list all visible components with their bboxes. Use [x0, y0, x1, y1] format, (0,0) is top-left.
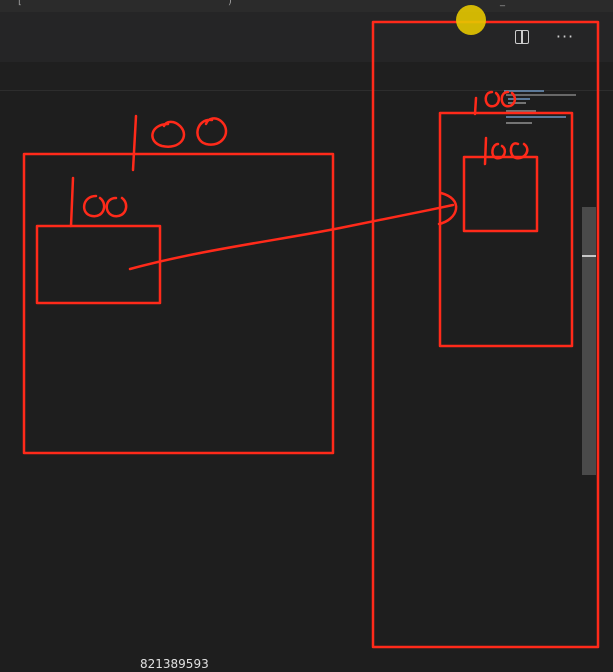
split-editor-icon — [515, 30, 529, 44]
scrollbar-position-marker — [582, 255, 596, 257]
minimap-line — [506, 116, 566, 118]
titlebar-text-end: ) — [228, 0, 232, 7]
breadcrumb-bar — [0, 62, 613, 91]
minimap-line — [506, 110, 536, 112]
minimap-line — [508, 98, 530, 100]
more-actions-button[interactable]: ··· — [553, 25, 577, 49]
minimap-line — [504, 90, 544, 92]
editor-area[interactable] — [0, 91, 613, 672]
minimap-line — [508, 102, 526, 104]
mouse-cursor-highlight — [456, 5, 486, 35]
minimap-line — [506, 94, 576, 96]
screen: [ ) _ ··· 821389593 — [0, 0, 613, 672]
window-titlebar: [ ) _ — [0, 0, 613, 12]
more-actions-icon: ··· — [555, 27, 575, 46]
minimap[interactable] — [498, 88, 582, 128]
video-caption: 821389593 — [140, 657, 209, 671]
titlebar-right-text: _ — [500, 0, 505, 7]
vertical-scrollbar-thumb[interactable] — [582, 207, 596, 475]
titlebar-text-start: [ — [18, 0, 22, 7]
split-editor-button[interactable] — [510, 25, 534, 49]
minimap-line — [506, 122, 532, 124]
